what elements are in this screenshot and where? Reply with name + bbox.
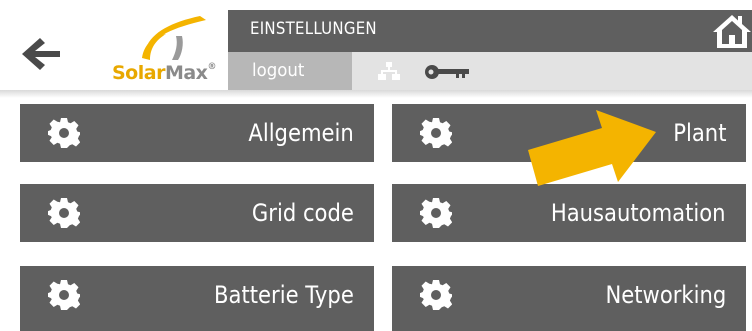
- page-title: EINSTELLUNGEN: [250, 19, 377, 39]
- gear-icon: [420, 279, 452, 311]
- logout-button[interactable]: logout: [228, 52, 352, 90]
- sub-bar: logout: [228, 52, 752, 90]
- gear-icon: [48, 197, 80, 229]
- brand-name: SolarMax®: [112, 62, 216, 84]
- header-divider: [0, 90, 752, 98]
- gear-icon: [48, 117, 80, 149]
- menu-tile-allgemein[interactable]: Allgemein: [20, 104, 374, 162]
- back-button[interactable]: [18, 34, 64, 74]
- menu-tile-label: Plant: [672, 119, 726, 147]
- title-bar: EINSTELLUNGEN: [228, 10, 752, 52]
- gear-icon: [420, 117, 452, 149]
- menu-tile-batterie-type[interactable]: Batterie Type: [20, 266, 374, 331]
- gear-icon: [48, 279, 80, 311]
- network-icon[interactable]: [378, 62, 400, 80]
- home-button[interactable]: [712, 13, 752, 49]
- key-icon[interactable]: [424, 64, 470, 80]
- menu-tile-grid-code[interactable]: Grid code: [20, 184, 374, 242]
- brand-max: Max: [164, 62, 208, 84]
- solarmax-logo: SolarMax®: [110, 14, 228, 88]
- solarmax-swoosh-icon: [142, 16, 206, 60]
- menu-tile-hausautomation[interactable]: Hausautomation: [392, 184, 746, 242]
- gear-icon: [420, 197, 452, 229]
- menu-tile-networking[interactable]: Networking: [392, 266, 746, 331]
- brand-trademark: ®: [207, 62, 216, 72]
- menu-tile-label: Batterie Type: [214, 281, 354, 309]
- arrow-left-icon: [22, 38, 60, 70]
- menu-tile-label: Grid code: [252, 199, 354, 227]
- brand-solar: Solar: [112, 62, 165, 84]
- logout-label: logout: [252, 60, 305, 81]
- menu-tile-label: Allgemein: [248, 119, 354, 147]
- menu-tile-label: Hausautomation: [551, 199, 726, 227]
- menu-tile-plant[interactable]: Plant: [392, 104, 746, 162]
- menu-tile-label: Networking: [605, 281, 726, 309]
- home-icon: [713, 15, 751, 48]
